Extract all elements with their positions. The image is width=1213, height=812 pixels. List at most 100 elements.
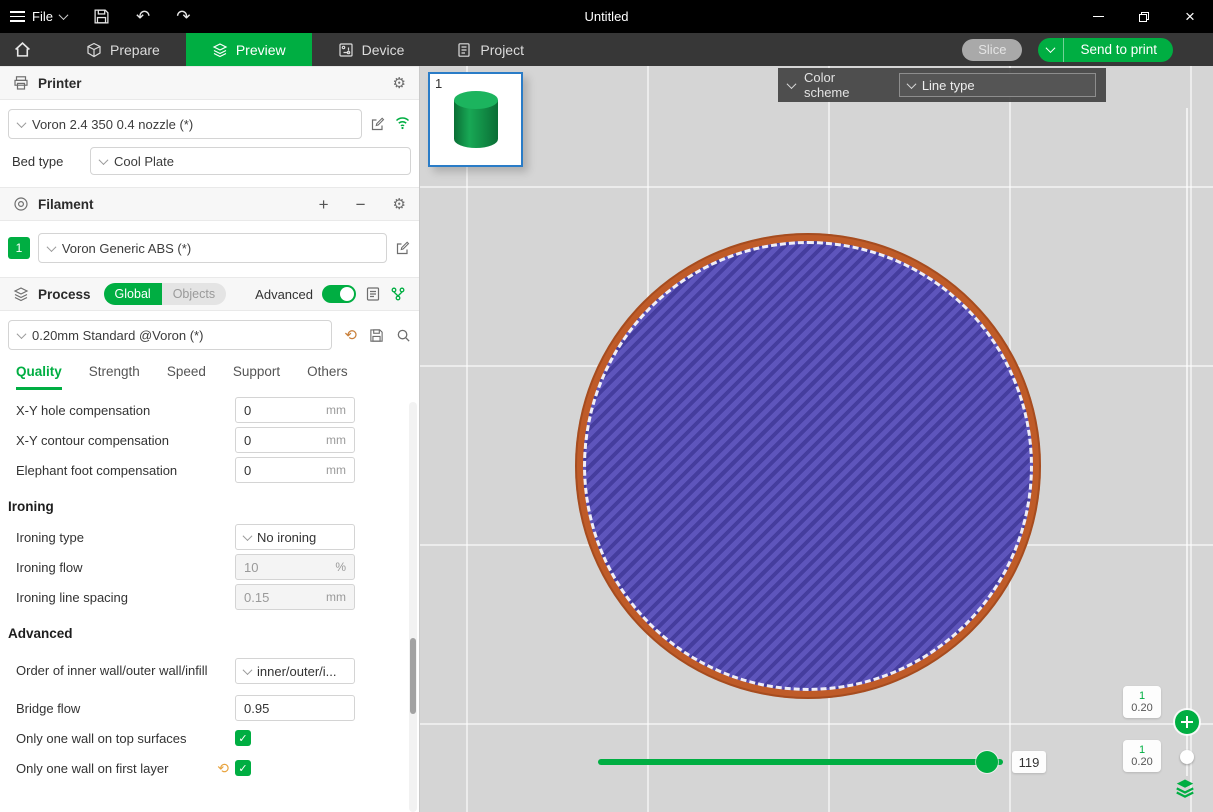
setting-row: Order of inner wall/outer wall/infill in… — [0, 649, 419, 693]
add-filament-button[interactable]: + — [319, 196, 329, 213]
layer-slider-thumb[interactable] — [1180, 750, 1194, 764]
save-preset-icon[interactable] — [369, 328, 384, 343]
only-one-wall-first-checkbox[interactable]: ✓ — [235, 760, 251, 776]
tab-device[interactable]: Device — [312, 33, 431, 66]
tab-speed[interactable]: Speed — [167, 364, 206, 390]
tab-project[interactable]: Project — [430, 33, 550, 66]
xy-contour-compensation-input[interactable]: 0 mm — [235, 427, 355, 453]
printer-wifi-icon[interactable] — [394, 115, 411, 133]
edit-filament-icon[interactable] — [395, 240, 411, 256]
color-scheme-label[interactable]: Color scheme — [804, 70, 884, 100]
scope-objects-button[interactable]: Objects — [162, 283, 226, 305]
scope-global-button[interactable]: Global — [104, 283, 162, 305]
slice-button[interactable]: Slice — [962, 39, 1022, 61]
filament-preset-select[interactable]: Voron Generic ABS (*) — [38, 233, 387, 263]
remove-filament-button[interactable]: − — [356, 196, 366, 213]
tab-prepare[interactable]: Prepare — [60, 33, 186, 66]
line-type-value: Line type — [922, 78, 975, 93]
bed-type-label: Bed type — [12, 154, 90, 169]
elephant-foot-compensation-input[interactable]: 0 mm — [235, 457, 355, 483]
restore-icon — [1138, 11, 1150, 23]
filament-slot-badge[interactable]: 1 — [8, 237, 30, 259]
only-one-wall-top-checkbox[interactable]: ✓ — [235, 730, 251, 746]
minimize-button[interactable] — [1075, 0, 1121, 33]
setting-unit: mm — [326, 590, 346, 604]
sidebar-scrollbar[interactable] — [409, 402, 417, 812]
tab-others[interactable]: Others — [307, 364, 348, 390]
ironing-flow-input[interactable]: 10 % — [235, 554, 355, 580]
layers-view-button[interactable] — [1172, 774, 1198, 800]
tab-project-label: Project — [480, 42, 524, 58]
setting-value: 0 — [244, 463, 320, 478]
setting-row: Only one wall on first layer ⟲ ✓ — [0, 753, 419, 783]
send-dropdown-button[interactable] — [1038, 38, 1064, 62]
reset-value-icon[interactable]: ⟲ — [217, 760, 229, 777]
parameter-list-icon[interactable] — [365, 286, 381, 302]
bridge-flow-input[interactable]: 0.95 — [235, 695, 355, 721]
chevron-down-icon — [243, 531, 253, 541]
window-controls: × — [1075, 0, 1213, 33]
tab-preview[interactable]: Preview — [186, 33, 312, 66]
setting-label: X-Y hole compensation — [16, 403, 235, 418]
advanced-mode-label: Advanced — [255, 287, 313, 302]
app-window: File ↶ ↷ Untitled × — [0, 0, 1213, 812]
move-slider-handle[interactable] — [976, 751, 998, 773]
send-to-print-button[interactable]: Send to print — [1038, 38, 1173, 62]
tab-strength[interactable]: Strength — [89, 364, 140, 390]
tab-preview-label: Preview — [236, 42, 286, 58]
ironing-line-spacing-input[interactable]: 0.15 mm — [235, 584, 355, 610]
scrollbar-thumb[interactable] — [410, 638, 416, 714]
search-icon[interactable] — [396, 328, 411, 343]
printer-preset-value: Voron 2.4 350 0.4 nozzle (*) — [32, 117, 352, 132]
process-section-header: Process Global Objects Advanced — [0, 277, 419, 311]
tab-quality[interactable]: Quality — [16, 364, 62, 390]
process-preset-select[interactable]: 0.20mm Standard @Voron (*) — [8, 320, 332, 350]
save-icon — [93, 8, 110, 25]
setting-row: Ironing flow 10 % — [0, 552, 419, 582]
setting-value: 0 — [244, 403, 320, 418]
setting-value: No ironing — [257, 530, 346, 545]
sliced-layer-infill — [583, 241, 1033, 691]
hamburger-icon — [10, 11, 25, 22]
tabbar-actions: Slice Send to print — [962, 38, 1213, 62]
preview-viewport[interactable]: 1 Color scheme Line type — [420, 66, 1213, 812]
ironing-type-select[interactable]: No ironing — [235, 524, 355, 550]
sidebar: Printer ⚙ Voron 2.4 350 0.4 nozzle (*) B… — [0, 66, 420, 812]
process-section-title: Process — [38, 287, 91, 302]
filament-preset-value: Voron Generic ABS (*) — [62, 241, 377, 256]
reset-process-icon[interactable]: ⟲ — [344, 328, 357, 343]
printer-settings-gear-icon[interactable]: ⚙ — [393, 76, 406, 91]
parameter-table-icon[interactable] — [390, 286, 406, 302]
line-type-select[interactable]: Line type — [899, 73, 1096, 97]
home-button[interactable] — [0, 33, 44, 66]
titlebar: File ↶ ↷ Untitled × — [0, 0, 1213, 33]
preview-icon — [212, 42, 228, 58]
layer-height: 0.20 — [1131, 702, 1152, 714]
file-menu[interactable]: File — [0, 9, 67, 24]
layer-number: 1 — [1139, 744, 1145, 756]
move-slider-track[interactable] — [598, 759, 1003, 765]
wall-order-select[interactable]: inner/outer/i... — [235, 658, 355, 684]
undo-button[interactable]: ↶ — [136, 8, 150, 25]
setting-label: Ironing line spacing — [16, 590, 235, 605]
layer-slider-rail[interactable] — [1186, 108, 1188, 776]
setting-row: Only one wall on top surfaces ✓ — [0, 723, 419, 753]
advanced-mode-toggle[interactable] — [322, 285, 356, 303]
object-thumbnail-number: 1 — [435, 76, 442, 91]
edit-printer-icon[interactable] — [370, 116, 386, 132]
bed-type-select[interactable]: Cool Plate — [90, 147, 411, 175]
tab-support[interactable]: Support — [233, 364, 280, 390]
filament-settings-gear-icon[interactable]: ⚙ — [393, 197, 406, 212]
add-color-change-button[interactable] — [1175, 710, 1199, 734]
redo-button[interactable]: ↷ — [176, 8, 190, 25]
chevron-down-icon — [46, 242, 56, 252]
xy-hole-compensation-input[interactable]: 0 mm — [235, 397, 355, 423]
sliced-layer-brim[interactable] — [575, 233, 1041, 699]
save-button[interactable] — [93, 8, 110, 25]
maximize-button[interactable] — [1121, 0, 1167, 33]
object-thumbnail[interactable]: 1 — [428, 72, 523, 167]
close-button[interactable]: × — [1167, 0, 1213, 33]
chevron-down-icon — [243, 665, 253, 675]
home-icon — [14, 41, 31, 58]
printer-preset-select[interactable]: Voron 2.4 350 0.4 nozzle (*) — [8, 109, 362, 139]
